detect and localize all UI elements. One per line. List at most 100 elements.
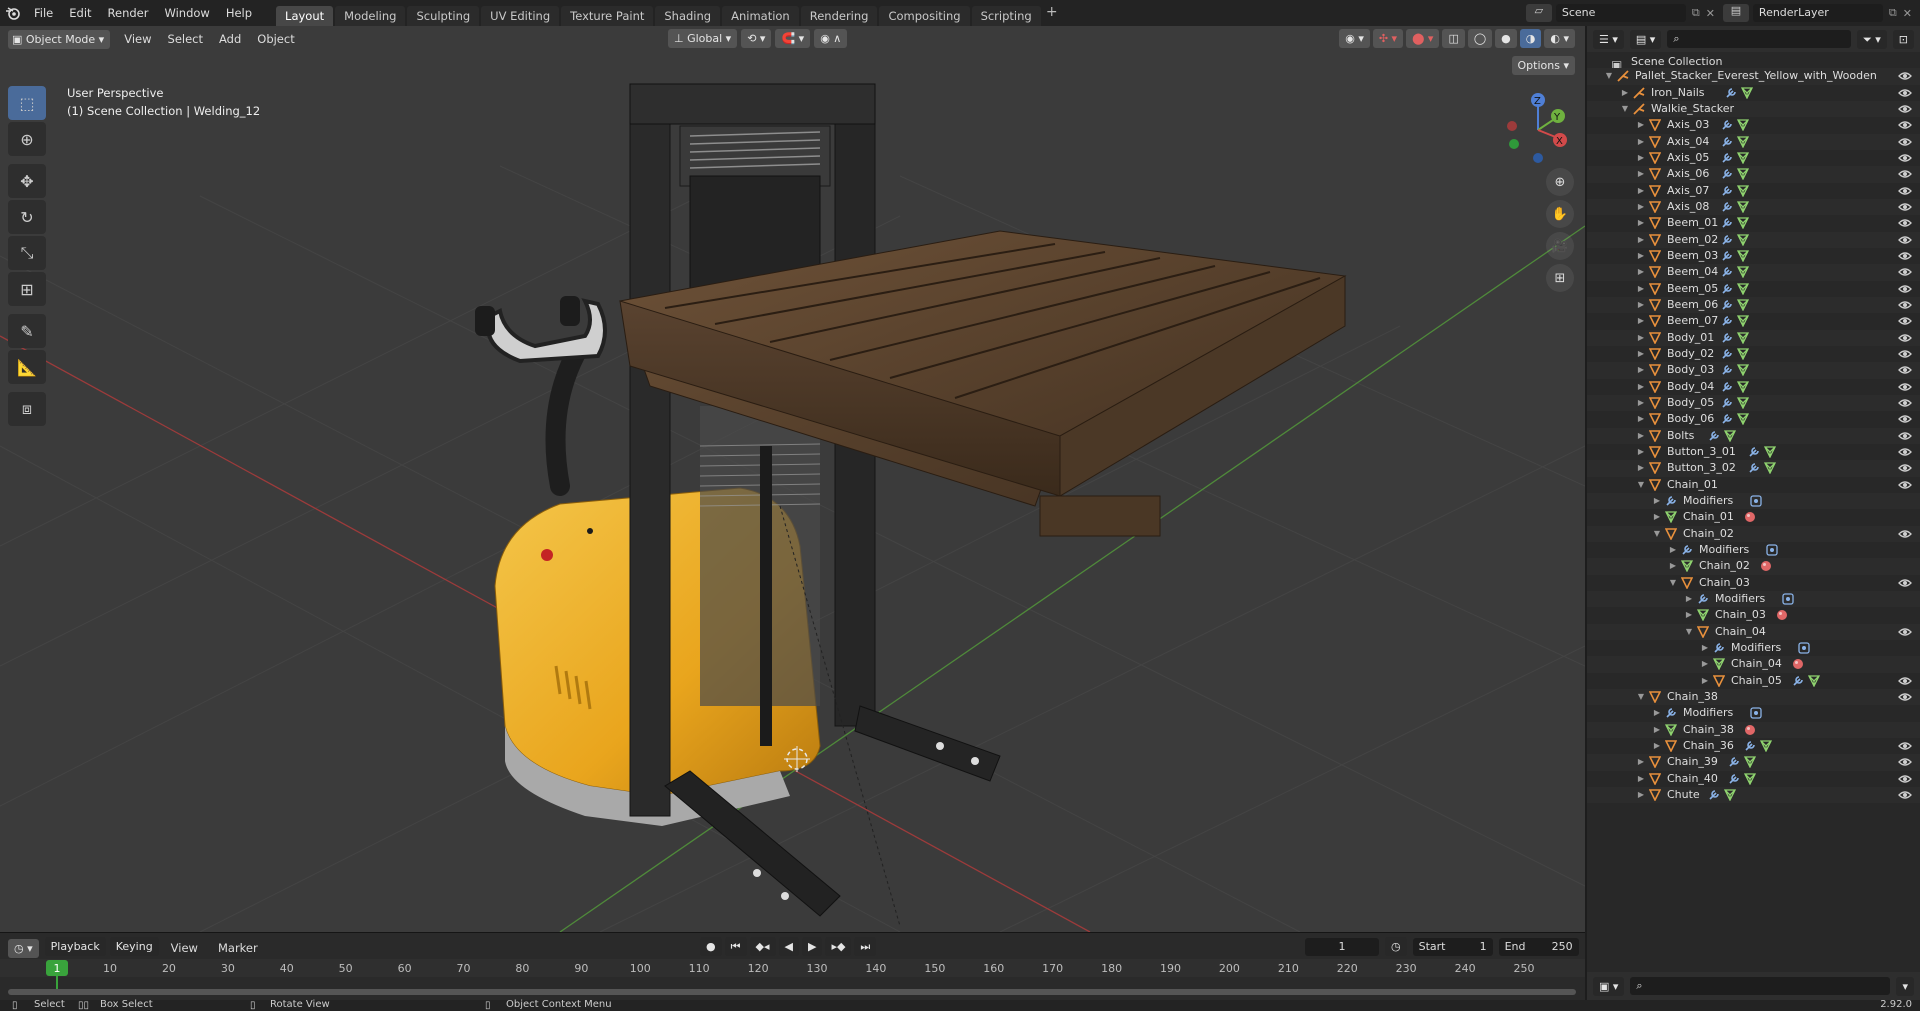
outliner-row-chain-03[interactable]: ▶ Chain_03 [1587,607,1920,623]
grid-view-icon[interactable]: ⊞ [1546,264,1574,292]
outliner-row-beem-02[interactable]: ▶ Beem_02 [1587,231,1920,248]
eye-icon[interactable] [1898,167,1912,183]
tab-layout[interactable]: Layout [276,6,334,26]
expand-arrow-icon[interactable]: ▶ [1635,428,1647,444]
viewport-scene[interactable] [0,26,1585,932]
outliner-editor-dropdown[interactable]: ☰ ▾ [1593,29,1624,49]
scene-browse-icon[interactable]: ⧉ [1692,6,1700,20]
xray-toggle[interactable]: ◫ [1442,29,1465,48]
menu-file[interactable]: File [26,2,61,24]
outliner-row-chute[interactable]: ▶ Chute [1587,786,1920,804]
outliner-row-axis-06[interactable]: ▶ Axis_06 [1587,166,1920,183]
scene-close-icon[interactable]: ✕ [1706,7,1715,20]
expand-arrow-icon[interactable]: ▶ [1651,722,1663,738]
outliner-row-body-04[interactable]: ▶ Body_04 [1587,379,1920,395]
stacker-model[interactable] [475,83,1001,927]
eye-icon[interactable] [1898,298,1912,314]
expand-arrow-icon[interactable]: ▶ [1635,248,1647,264]
options-dropdown[interactable]: Options ▾ [1511,56,1575,75]
timeline-ruler[interactable]: 1 10 20 30 40 50 60 70 80 90 100 110 120 130 140 150 160… [0,959,1585,1001]
shading-material-button[interactable]: ◑ [1519,29,1542,48]
renderlayer-close-icon[interactable]: ✕ [1903,7,1912,20]
overlay-toggle[interactable]: ⬤ ▾ [1406,29,1440,48]
expand-arrow-icon[interactable]: ▶ [1699,640,1711,656]
gizmo-toggle[interactable]: ✣ ▾ [1372,29,1404,48]
shading-wireframe-button[interactable]: ◯ [1467,29,1493,48]
expand-arrow-icon[interactable]: ▶ [1683,591,1695,607]
eye-icon[interactable] [1898,445,1912,461]
zoom-icon[interactable]: ⊕ [1546,168,1574,196]
expand-arrow-icon[interactable]: ▶ [1635,232,1647,248]
outliner-row-button-3-01[interactable]: ▶ Button_3_01 [1587,444,1920,460]
expand-arrow-icon[interactable]: ▶ [1635,460,1647,476]
expand-arrow-icon[interactable]: ▶ [1635,215,1647,231]
expand-arrow-icon[interactable]: ▶ [1635,313,1647,329]
outliner-search-input[interactable]: ⌕ [1667,30,1851,48]
outliner-row-chain-38[interactable]: ▼ Chain_38 [1587,688,1920,706]
navigation-gizmo[interactable]: Z Y X [1498,88,1578,168]
viewport-menu-object[interactable]: Object [249,28,302,50]
outliner-row-axis-07[interactable]: ▶ Axis_07 [1587,183,1920,199]
outliner-row-body-05[interactable]: ▶ Body_05 [1587,394,1920,412]
outliner-row-body-01[interactable]: ▶ Body_01 [1587,329,1920,347]
eye-icon[interactable] [1898,331,1912,347]
outliner-row-axis-04[interactable]: ▶ Axis_04 [1587,133,1920,150]
tab-uv-editing[interactable]: UV Editing [481,6,560,26]
eye-icon[interactable] [1898,755,1912,771]
eye-icon[interactable] [1898,216,1912,232]
outliner-row-modifiers[interactable]: ▶ Modifiers [1587,590,1920,608]
outliner-row-beem-06[interactable]: ▶ Beem_06 [1587,296,1920,314]
menu-edit[interactable]: Edit [61,2,99,24]
outliner-row-modifiers[interactable]: ▶ Modifiers [1587,542,1920,558]
measure-tool[interactable]: 📐 [8,350,46,384]
eye-icon[interactable] [1898,151,1912,167]
renderlayer-name-field[interactable]: RenderLayer [1752,4,1883,22]
expand-arrow-icon[interactable]: ▶ [1635,134,1647,150]
menu-help[interactable]: Help [218,2,260,24]
eye-icon[interactable] [1898,690,1912,706]
start-frame-field[interactable]: Start 1 [1412,937,1493,956]
outliner-row-axis-08[interactable]: ▶ Axis_08 [1587,198,1920,216]
eye-icon[interactable] [1898,576,1912,592]
tab-rendering[interactable]: Rendering [800,6,878,26]
eye-icon[interactable] [1898,265,1912,281]
tab-modeling[interactable]: Modeling [335,6,406,26]
outliner-row-chain-02[interactable]: ▶ Chain_02 [1587,558,1920,575]
outliner-row-body-06[interactable]: ▶ Body_06 [1587,411,1920,427]
pan-hand-icon[interactable]: ✋ [1546,200,1574,228]
object-mode-dropdown[interactable]: ▣ Object Mode ▾ [8,29,111,49]
current-frame-field[interactable]: 1 [1305,937,1379,956]
eye-icon[interactable] [1898,314,1912,330]
outliner-row-chain-05[interactable]: ▶ Chain_05 [1587,673,1920,689]
properties-options-dropdown[interactable]: ▾ [1896,976,1914,996]
outliner-row-beem-05[interactable]: ▶ Beem_05 [1587,281,1920,297]
outliner-row-modifiers[interactable]: ▶ Modifiers [1587,492,1920,510]
outliner-row-chain-02[interactable]: ▼ Chain_02 [1587,525,1920,542]
shading-rendered-button[interactable]: ◐ ▾ [1544,29,1575,48]
outliner-row-body-03[interactable]: ▶ Body_03 [1587,362,1920,379]
collapse-arrow-icon[interactable]: ▼ [1635,689,1647,705]
eye-icon[interactable] [1898,380,1912,396]
eye-icon[interactable] [1898,674,1912,690]
outliner-row-beem-03[interactable]: ▶ Beem_03 [1587,248,1920,264]
outliner-row-chain-36[interactable]: ▶ Chain_36 [1587,738,1920,754]
properties-search-input[interactable]: ⌕ [1630,977,1891,995]
outliner-row-iron-nails[interactable]: ▶ Iron_Nails [1587,85,1920,101]
outliner-row-chain-01[interactable]: ▶ Chain_01 [1587,509,1920,525]
eye-icon[interactable] [1898,249,1912,265]
eye-icon[interactable] [1898,429,1912,445]
renderlayer-browse-icon[interactable]: ⧉ [1889,6,1897,20]
timeline-scrollbar[interactable] [8,989,1576,995]
tab-compositing[interactable]: Compositing [879,6,970,26]
eye-icon[interactable] [1898,461,1912,477]
scene-name-field[interactable]: Scene [1555,4,1686,22]
outliner-row-modifiers[interactable]: ▶ Modifiers [1587,705,1920,721]
collapse-arrow-icon[interactable]: ▼ [1603,68,1615,84]
expand-arrow-icon[interactable]: ▶ [1635,150,1647,166]
expand-arrow-icon[interactable]: ▶ [1635,787,1647,803]
viewport-menu-view[interactable]: View [116,28,159,50]
outliner-row-button-3-02[interactable]: ▶ Button_3_02 [1587,460,1920,477]
expand-arrow-icon[interactable]: ▶ [1635,362,1647,378]
eye-icon[interactable] [1898,739,1912,755]
viewport-menu-select[interactable]: Select [160,28,211,50]
